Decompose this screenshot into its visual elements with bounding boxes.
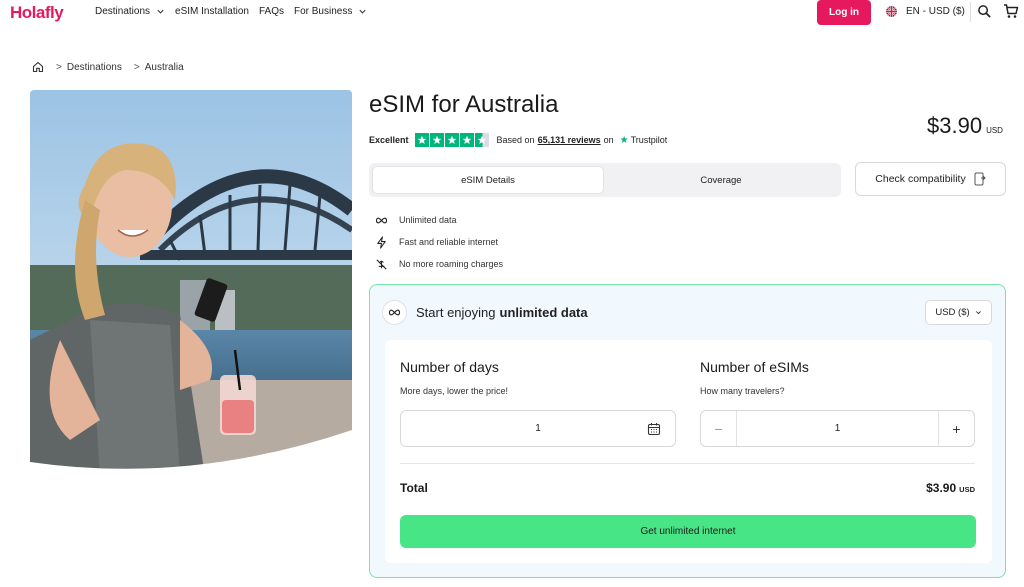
cart-icon[interactable] bbox=[1003, 3, 1019, 19]
product-price: $3.90 USD bbox=[927, 113, 1003, 138]
feature-item: Unlimited data bbox=[375, 209, 503, 231]
nav-esim-installation[interactable]: eSIM Installation bbox=[175, 6, 249, 17]
no-roaming-icon bbox=[376, 258, 387, 270]
nav-destinations[interactable]: Destinations bbox=[95, 6, 165, 17]
days-sublabel: More days, lower the price! bbox=[400, 386, 509, 396]
infinity-badge bbox=[382, 300, 407, 325]
hero-image bbox=[30, 90, 352, 476]
lightning-icon bbox=[377, 235, 386, 249]
language-selector[interactable]: EN - USD ($) bbox=[886, 6, 965, 17]
calendar-icon[interactable] bbox=[647, 422, 661, 436]
chevron-down-icon bbox=[157, 9, 164, 14]
hero-photo-illustration bbox=[30, 90, 352, 476]
days-input[interactable]: 1 bbox=[400, 410, 676, 447]
page-title: eSIM for Australia bbox=[369, 91, 559, 118]
rating-label: Excellent bbox=[369, 135, 409, 145]
trustpilot-star-icon: ★ bbox=[619, 134, 629, 146]
feature-item: Fast and reliable internet bbox=[375, 231, 503, 253]
breadcrumb-destinations[interactable]: Destinations bbox=[67, 62, 122, 73]
tab-esim-details[interactable]: eSIM Details bbox=[372, 166, 604, 194]
get-unlimited-internet-button[interactable]: Get unlimited internet bbox=[400, 515, 976, 548]
half-star-icon bbox=[474, 133, 489, 147]
trustpilot-rating: Excellent Based on 65,131 reviews on ★ T… bbox=[369, 133, 668, 147]
breadcrumb-separator: > bbox=[133, 61, 140, 73]
home-icon[interactable] bbox=[32, 61, 44, 73]
reviews-link[interactable]: 65,131 reviews bbox=[538, 135, 601, 145]
trustpilot-label: Trustpilot bbox=[630, 135, 668, 145]
esims-sublabel: How many travelers? bbox=[700, 386, 785, 396]
purchase-card: Start enjoying unlimited data USD ($) Nu… bbox=[369, 284, 1006, 578]
breadcrumb-separator: > bbox=[56, 61, 62, 73]
infinity-icon bbox=[388, 309, 401, 316]
star-icon bbox=[444, 133, 459, 147]
feature-list: Unlimited data Fast and reliable interne… bbox=[375, 209, 503, 275]
uk-flag-icon bbox=[886, 6, 897, 17]
star-icon bbox=[459, 133, 474, 147]
tab-coverage[interactable]: Coverage bbox=[604, 166, 838, 194]
divider bbox=[400, 463, 975, 464]
total-value: $3.90 USD bbox=[926, 481, 975, 495]
decrease-button[interactable]: − bbox=[701, 411, 737, 446]
star-icon bbox=[414, 133, 429, 147]
card-heading: Start enjoying unlimited data bbox=[382, 300, 588, 325]
increase-button[interactable]: + bbox=[938, 411, 974, 446]
feature-item: No more roaming charges bbox=[375, 253, 503, 275]
holafly-logo[interactable]: Holafly bbox=[10, 3, 64, 23]
main-nav: Destinations eSIM Installation FAQs For … bbox=[95, 6, 377, 17]
search-icon[interactable] bbox=[977, 4, 992, 19]
esims-label: Number of eSIMs bbox=[700, 359, 809, 375]
phone-check-icon bbox=[974, 172, 986, 186]
top-header: Holafly Destinations eSIM Installation F… bbox=[0, 0, 1024, 26]
chevron-down-icon bbox=[359, 9, 366, 14]
esims-value[interactable]: 1 bbox=[737, 423, 938, 434]
total-label: Total bbox=[400, 481, 428, 495]
header-divider bbox=[970, 2, 971, 22]
product-tabs: eSIM Details Coverage bbox=[369, 163, 841, 197]
days-label: Number of days bbox=[400, 359, 499, 375]
login-button[interactable]: Log in bbox=[817, 0, 871, 25]
breadcrumb: > Destinations > Australia bbox=[32, 61, 184, 73]
rating-stars bbox=[414, 133, 490, 147]
esims-stepper: − 1 + bbox=[700, 410, 975, 447]
star-icon bbox=[429, 133, 444, 147]
purchase-form: Number of days More days, lower the pric… bbox=[385, 340, 992, 563]
nav-faqs[interactable]: FAQs bbox=[259, 6, 284, 17]
nav-for-business[interactable]: For Business bbox=[294, 6, 367, 17]
currency-select[interactable]: USD ($) bbox=[925, 300, 992, 325]
infinity-icon bbox=[375, 217, 388, 223]
check-compatibility-button[interactable]: Check compatibility bbox=[855, 162, 1006, 196]
chevron-down-icon bbox=[975, 311, 981, 315]
breadcrumb-australia: Australia bbox=[144, 61, 184, 73]
